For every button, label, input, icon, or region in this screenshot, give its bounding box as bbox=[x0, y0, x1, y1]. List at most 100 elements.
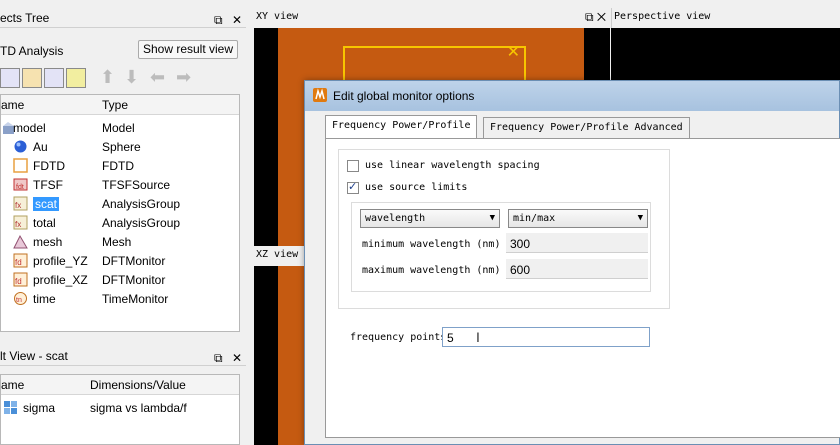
close-icon[interactable]: ✕ bbox=[232, 13, 242, 27]
xz-view-title: XZ view bbox=[256, 249, 299, 260]
move-right-icon[interactable]: ➡ bbox=[176, 67, 191, 88]
tree-row-name: Au bbox=[33, 140, 48, 154]
tree-row-time[interactable]: tn time TimeMonitor bbox=[1, 290, 239, 309]
tree-row-fdtd[interactable]: FDTD FDTD bbox=[1, 157, 239, 176]
add-source-icon[interactable] bbox=[22, 68, 42, 88]
tree-row-mesh[interactable]: mesh Mesh bbox=[1, 233, 239, 252]
svg-text:fd: fd bbox=[15, 258, 22, 267]
tree-row-profile_xz[interactable]: fd profile_XZ DFTMonitor bbox=[1, 271, 239, 290]
range-mode-value: min/max bbox=[513, 213, 556, 224]
svg-text:fdt: fdt bbox=[16, 184, 24, 191]
tree-row-name: mesh bbox=[33, 235, 63, 249]
result-col-value: Dimensions/Value bbox=[90, 378, 186, 392]
dft-monitor-icon: fd bbox=[13, 272, 28, 287]
objects-tree: ame Type model Model Au Sphere FDTD FDTD fdt TF… bbox=[0, 94, 240, 332]
tfsf-icon: fdt bbox=[13, 178, 28, 191]
result-row[interactable]: sigma sigma vs lambda/f bbox=[1, 399, 239, 418]
tree-row-name: profile_YZ bbox=[33, 254, 88, 268]
source-limits-checkbox[interactable]: ✓ bbox=[347, 181, 359, 194]
xz-view-titlebar: XZ view bbox=[254, 246, 304, 266]
svg-text:fd: fd bbox=[15, 277, 22, 286]
tree-row-profile_yz[interactable]: fd profile_YZ DFTMonitor bbox=[1, 252, 239, 271]
min-wavelength-field[interactable]: 300 bbox=[506, 233, 648, 253]
show-result-view-button[interactable]: Show result view bbox=[138, 40, 238, 59]
tab-frequency-power-profile[interactable]: Frequency Power/Profile bbox=[325, 115, 478, 139]
objects-tree-panel: ects Tree ⧉ ✕ TD Analysis Show result vi… bbox=[0, 8, 246, 338]
range-type-value: wavelength bbox=[365, 213, 426, 224]
add-structure-icon[interactable] bbox=[0, 68, 20, 88]
tree-row-name: FDTD bbox=[33, 159, 65, 173]
tree-row-type: TFSFSource bbox=[102, 178, 171, 192]
result-header: ame Dimensions/Value bbox=[1, 375, 239, 395]
max-wavelength-field[interactable]: 600 bbox=[506, 259, 648, 279]
min-wavelength-label: minimum wavelength (nm) bbox=[362, 239, 501, 250]
tree-row-name: scat bbox=[33, 197, 60, 211]
source-marker-icon: ✕ bbox=[506, 44, 520, 61]
tree-row-type: TimeMonitor bbox=[102, 292, 169, 306]
sphere-icon bbox=[14, 140, 27, 153]
float-icon[interactable]: ⧉ bbox=[214, 351, 223, 365]
float-icon[interactable]: ⧉ bbox=[214, 13, 223, 27]
range-mode-select[interactable]: min/max ▼ bbox=[508, 209, 648, 228]
tree-row-name: time bbox=[33, 292, 56, 306]
result-view-title: lt View - scat bbox=[0, 349, 68, 363]
source-limits-label: use source limits bbox=[365, 182, 468, 193]
max-wavelength-label: maximum wavelength (nm) bbox=[362, 265, 501, 276]
tab-frequency-power-profile-advanced[interactable]: Frequency Power/Profile Advanced bbox=[483, 117, 690, 138]
wavelength-group: use linear wavelength spacing ✓ use sour… bbox=[338, 149, 670, 309]
perspective-view-title: Perspective view bbox=[614, 11, 711, 22]
tree-row-type: Mesh bbox=[102, 235, 132, 249]
chevron-down-icon: ▼ bbox=[489, 213, 495, 223]
app-logo-icon bbox=[313, 88, 327, 102]
tree-header: ame Type bbox=[1, 95, 239, 115]
tree-row-scat[interactable]: fx scat AnalysisGroup bbox=[1, 195, 239, 214]
objects-toolbar: ⬆ ⬇ ⬅ ➡ bbox=[0, 66, 240, 88]
move-down-icon[interactable]: ⬇ bbox=[124, 67, 139, 88]
objects-tree-title: ects Tree bbox=[0, 11, 50, 25]
dialog-title: Edit global monitor options bbox=[333, 89, 475, 103]
close-icon[interactable]: ✕ bbox=[232, 351, 242, 365]
tree-row-type: FDTD bbox=[102, 159, 134, 173]
range-type-select[interactable]: wavelength ▼ bbox=[360, 209, 500, 228]
result-table: ame Dimensions/Value sigma sigma vs lamb… bbox=[0, 374, 240, 445]
time-monitor-icon: tn bbox=[14, 292, 27, 305]
float-icon[interactable]: ⧉ ✕ bbox=[585, 10, 606, 25]
tree-col-name: ame bbox=[1, 98, 25, 112]
xy-view-titlebar: XY view ⧉ ✕ bbox=[254, 8, 610, 28]
result-view-panel: lt View - scat ⧉ ✕ ame Dimensions/Value … bbox=[0, 346, 246, 445]
xy-view-title: XY view bbox=[256, 11, 299, 22]
move-left-icon[interactable]: ⬅ bbox=[150, 67, 165, 88]
linear-spacing-checkbox[interactable] bbox=[347, 160, 359, 172]
tab-page: use linear wavelength spacing ✓ use sour… bbox=[325, 138, 840, 438]
add-mesh-icon[interactable] bbox=[66, 68, 86, 88]
matrix-icon bbox=[4, 401, 17, 414]
result-name: sigma bbox=[23, 401, 56, 415]
tree-row-name: total bbox=[33, 216, 56, 230]
mesh-icon bbox=[13, 234, 28, 249]
perspective-view-titlebar: Perspective view bbox=[611, 8, 840, 28]
frequency-points-input[interactable]: 5 bbox=[442, 327, 650, 347]
text-cursor-icon: I bbox=[476, 329, 480, 345]
tree-row-tfsf[interactable]: fdt TFSF TFSFSource bbox=[1, 176, 239, 195]
objects-tree-titlebar: ects Tree ⧉ ✕ bbox=[0, 8, 246, 28]
tree-row-type: AnalysisGroup bbox=[102, 216, 181, 230]
tree-col-type: Type bbox=[102, 98, 129, 112]
tree-row-type: DFTMonitor bbox=[102, 273, 166, 287]
svg-text:fx: fx bbox=[15, 201, 21, 210]
result-col-name: ame bbox=[1, 378, 25, 392]
tree-row-name: TFSF bbox=[33, 178, 63, 192]
linear-spacing-label: use linear wavelength spacing bbox=[365, 160, 540, 171]
tree-row-type: DFTMonitor bbox=[102, 254, 166, 268]
tree-row-model[interactable]: model Model bbox=[1, 119, 239, 138]
tree-row-total[interactable]: fx total AnalysisGroup bbox=[1, 214, 239, 233]
global-monitor-dialog: Edit global monitor options Frequency Po… bbox=[304, 80, 840, 445]
move-up-icon[interactable]: ⬆ bbox=[100, 67, 115, 88]
tree-row-name: profile_XZ bbox=[33, 273, 88, 287]
range-group: wavelength ▼ min/max ▼ minimum wavelength … bbox=[351, 202, 651, 292]
tree-row-au[interactable]: Au Sphere bbox=[1, 138, 239, 157]
chevron-down-icon: ▼ bbox=[637, 213, 643, 223]
analysis-group-icon: fx bbox=[13, 196, 28, 211]
tree-row-name: model bbox=[13, 121, 46, 135]
dft-monitor-icon: fd bbox=[13, 253, 28, 268]
add-monitor-icon[interactable] bbox=[44, 68, 64, 88]
